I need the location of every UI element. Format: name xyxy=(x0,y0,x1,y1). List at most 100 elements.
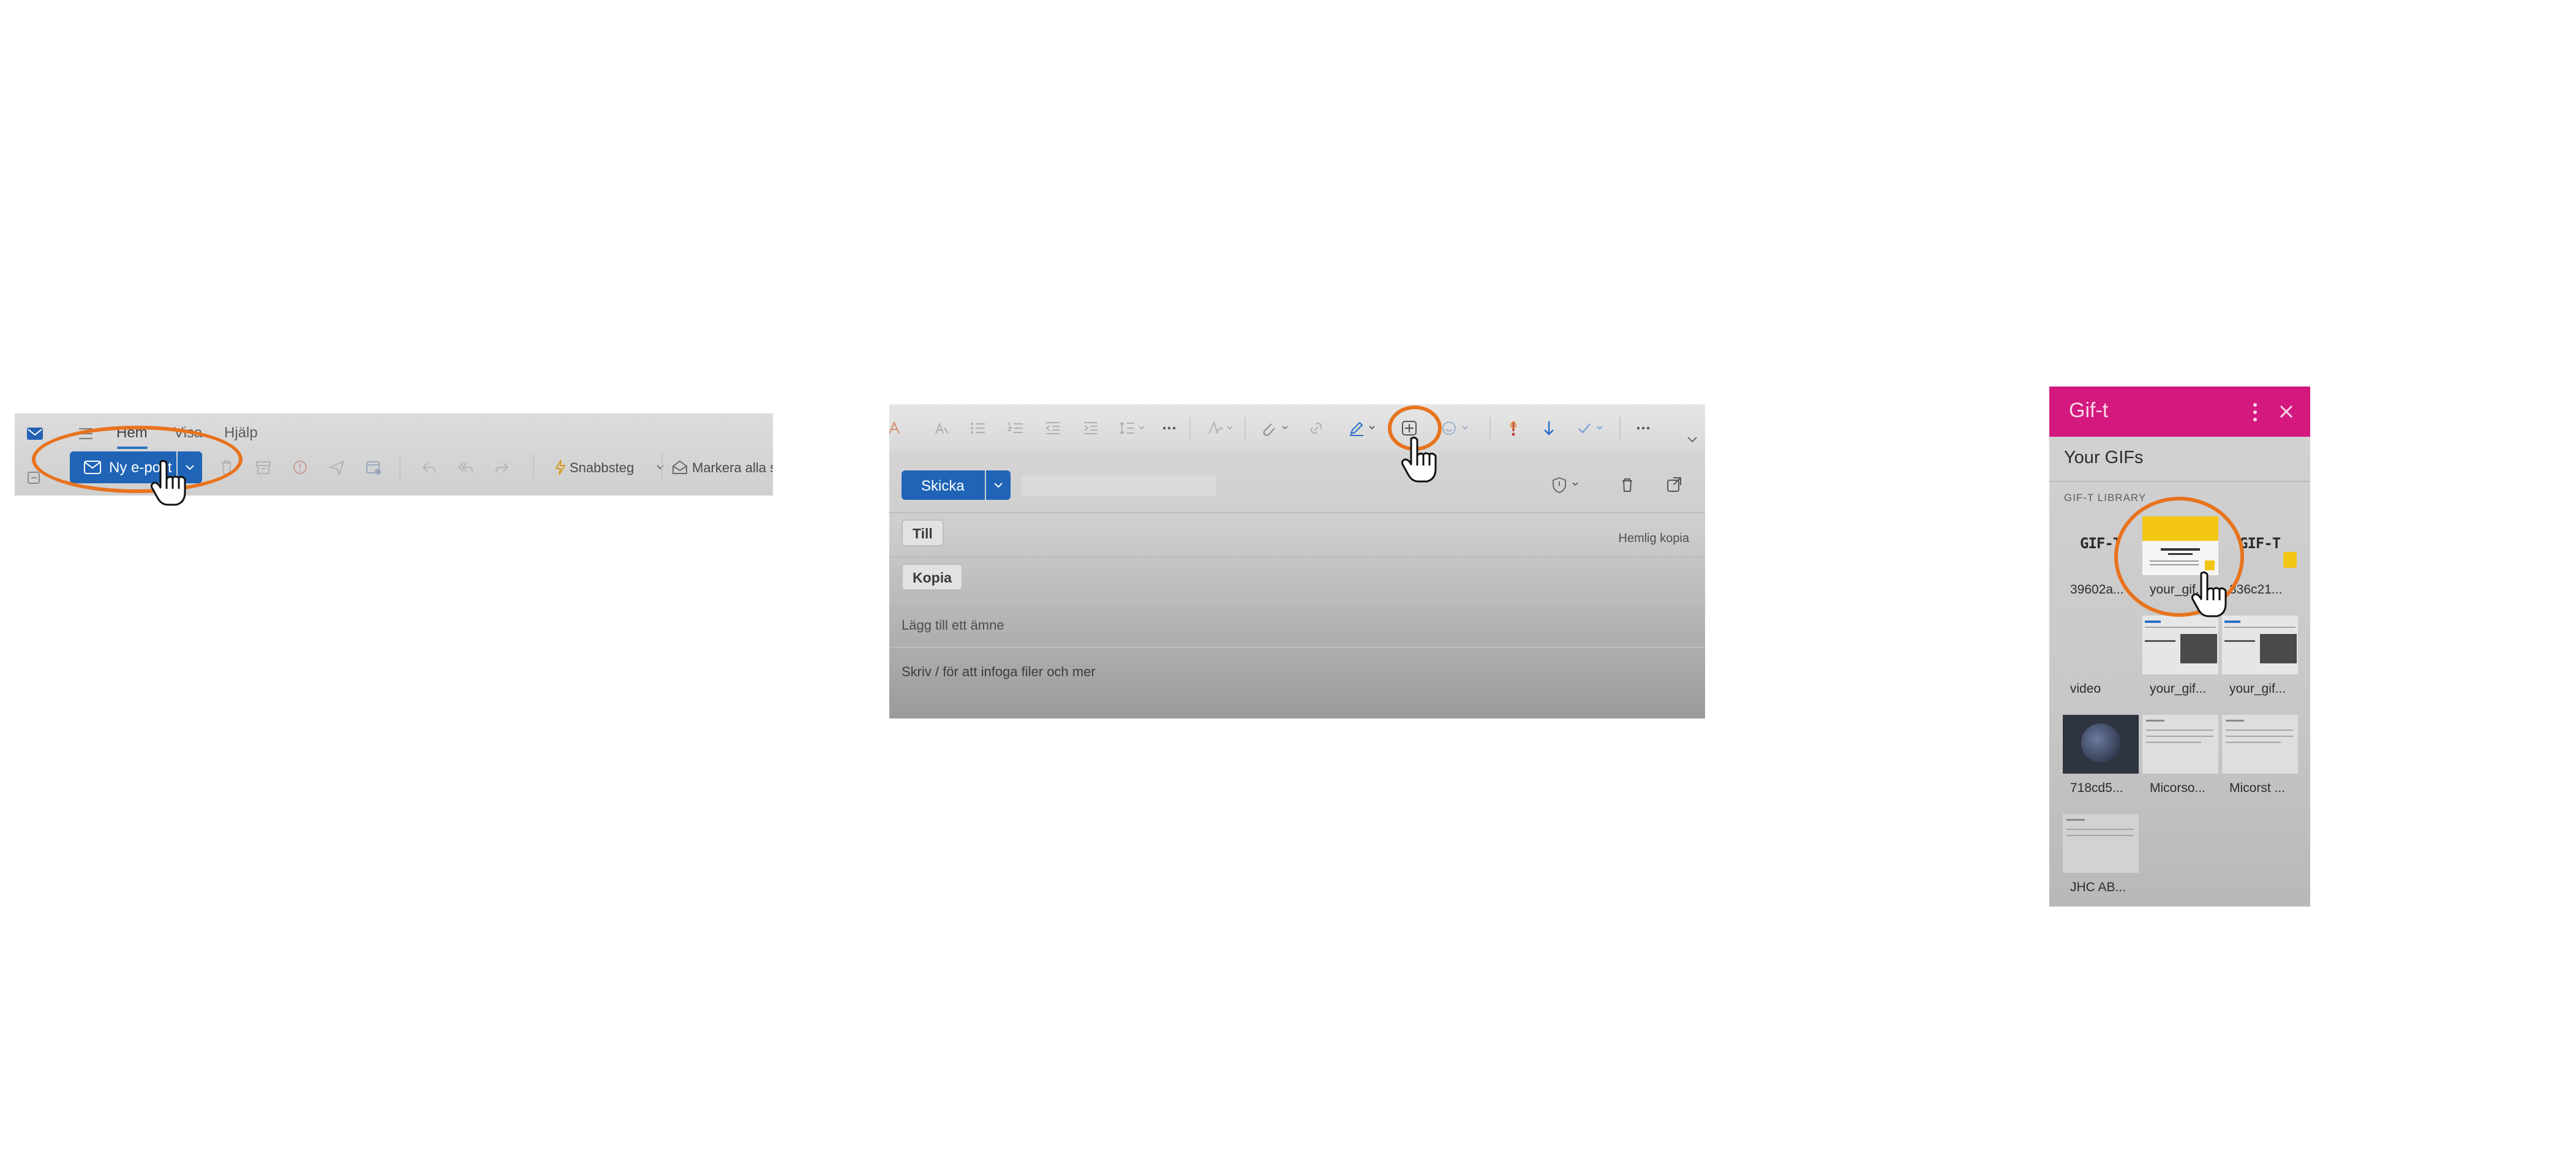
send-label: Skicka xyxy=(921,478,965,494)
gift-addin-pane: Gif-t Your GIFs GIF-T LIBRARY GIF-T 3960… xyxy=(2049,387,2310,907)
importance-high-icon[interactable] xyxy=(1504,419,1523,437)
thumb-text-line xyxy=(2066,835,2134,836)
quick-steps-label: Snabbsteg xyxy=(570,460,635,475)
thumb-text-line xyxy=(2150,564,2199,565)
library-label: GIF-T LIBRARY xyxy=(2064,492,2147,503)
more-formatting-icon[interactable] xyxy=(1160,419,1178,437)
mark-all-label: Markera alla s xyxy=(692,460,773,475)
emoji-icon[interactable] xyxy=(1441,419,1471,437)
thumb-text-line xyxy=(2150,560,2199,562)
thumb-image xyxy=(2260,634,2297,663)
divider xyxy=(889,556,1705,557)
thumb-badge xyxy=(2205,560,2215,570)
gif-thumbnail xyxy=(2142,516,2218,575)
gif-thumbnail xyxy=(2063,715,2139,774)
increase-indent-icon[interactable] xyxy=(1082,419,1100,437)
gif-thumbnail xyxy=(2142,715,2218,774)
reply-all-icon[interactable] xyxy=(456,458,475,477)
thumb-logo xyxy=(2145,620,2161,623)
thumb-text-line xyxy=(2146,720,2164,722)
thumb-image xyxy=(2180,634,2217,663)
separator xyxy=(661,454,663,481)
divider xyxy=(889,600,1705,602)
separator xyxy=(533,454,534,481)
gif-caption: 39602a... xyxy=(2070,583,2124,597)
archive-icon[interactable] xyxy=(254,458,273,477)
gif-caption: JHC AB... xyxy=(2070,880,2126,894)
styles-icon[interactable] xyxy=(1207,419,1233,437)
mail-app-icon xyxy=(27,428,43,440)
from-field[interactable] xyxy=(1022,475,1216,496)
thumb-text-line xyxy=(2161,548,2200,551)
tab-view[interactable]: Visa xyxy=(174,424,202,442)
send-button[interactable]: Skicka xyxy=(902,470,985,500)
font-color-icon[interactable] xyxy=(889,419,904,437)
send-forward-icon[interactable] xyxy=(327,458,347,477)
separator xyxy=(1189,417,1191,440)
line-spacing-icon[interactable] xyxy=(1118,419,1145,437)
more-options-icon[interactable] xyxy=(1634,419,1652,437)
gif-thumbnail: GIF-T xyxy=(2222,516,2298,575)
hand-cursor-icon xyxy=(2191,571,2227,617)
gif-thumbnail: GIF-T xyxy=(2063,516,2139,575)
calendar-move-icon[interactable] xyxy=(364,458,383,477)
gif-caption: video xyxy=(2070,682,2101,696)
link-icon[interactable] xyxy=(1307,419,1325,437)
thumb-text-line xyxy=(2146,730,2213,731)
gif-caption: 336c21... xyxy=(2229,583,2283,597)
thumb-banner xyxy=(2142,516,2218,541)
hamburger-menu-icon[interactable] xyxy=(77,426,94,442)
thumb-badge xyxy=(2283,552,2297,568)
gift-logo-text: GIF-T xyxy=(2239,535,2281,552)
subject-input[interactable]: Lägg till ett ämne xyxy=(902,617,1004,633)
gif-caption: Micorso... xyxy=(2150,781,2206,795)
formatting-toolbar xyxy=(889,404,1705,452)
send-options-dropdown[interactable] xyxy=(986,470,1011,500)
cc-button[interactable]: Kopia xyxy=(902,564,963,590)
numbered-list-icon[interactable] xyxy=(1007,419,1025,437)
reply-icon[interactable] xyxy=(419,458,439,477)
thumb-text-line xyxy=(2224,640,2255,642)
gift-logo-text: GIF-T xyxy=(2080,535,2122,552)
compose-window: Skicka Till Hemlig kopia Kopia Lägg till… xyxy=(889,404,1705,718)
thumb-text-line xyxy=(2145,640,2175,642)
gif-thumbnail xyxy=(2142,616,2218,674)
tab-home[interactable]: Hem xyxy=(116,424,148,442)
bcc-link[interactable]: Hemlig kopia xyxy=(1618,532,1689,546)
thumb-image xyxy=(2081,723,2120,763)
thumb-text-line xyxy=(2226,736,2293,737)
close-icon[interactable] xyxy=(2276,401,2297,422)
message-body[interactable]: Skriv / för att infoga filer och mer xyxy=(902,664,1096,680)
sensitivity-shield-icon[interactable] xyxy=(1551,475,1581,494)
more-vertical-icon[interactable] xyxy=(2248,400,2262,424)
chevron-down-icon xyxy=(657,465,664,470)
bullet-list-icon[interactable] xyxy=(969,419,987,437)
expand-ribbon-icon[interactable] xyxy=(1683,431,1701,450)
attach-icon[interactable] xyxy=(1259,419,1290,437)
importance-low-icon[interactable] xyxy=(1540,419,1558,437)
collapse-pane-icon[interactable] xyxy=(26,470,43,487)
outlook-ribbon: Hem Visa Hjälp Ny e-post Snabbsteg Marke… xyxy=(15,413,773,496)
forward-icon[interactable] xyxy=(492,458,512,477)
report-icon[interactable] xyxy=(290,458,310,477)
ribbon-menu-bar: Hem Visa Hjälp xyxy=(15,420,773,449)
separator xyxy=(1489,417,1491,440)
thumb-text-line xyxy=(2145,627,2216,628)
pop-out-icon[interactable] xyxy=(1665,475,1683,494)
hand-cursor-icon xyxy=(1401,436,1437,483)
thumb-text-line xyxy=(2226,720,2244,722)
thumb-text-line xyxy=(2168,553,2193,555)
delete-icon[interactable] xyxy=(217,458,236,477)
format-painter-icon[interactable] xyxy=(932,419,951,437)
discard-icon[interactable] xyxy=(1618,475,1636,494)
thumb-text-line xyxy=(2146,742,2201,743)
thumb-text-line xyxy=(2066,819,2085,821)
sensitivity-icon[interactable] xyxy=(1575,419,1606,437)
decrease-indent-icon[interactable] xyxy=(1044,419,1062,437)
envelope-icon xyxy=(84,461,101,474)
tab-help[interactable]: Hjälp xyxy=(224,424,258,442)
divider xyxy=(2049,481,2310,482)
to-button[interactable]: Till xyxy=(902,519,944,546)
signature-icon[interactable] xyxy=(1347,419,1378,437)
thumb-text-line xyxy=(2066,829,2134,830)
